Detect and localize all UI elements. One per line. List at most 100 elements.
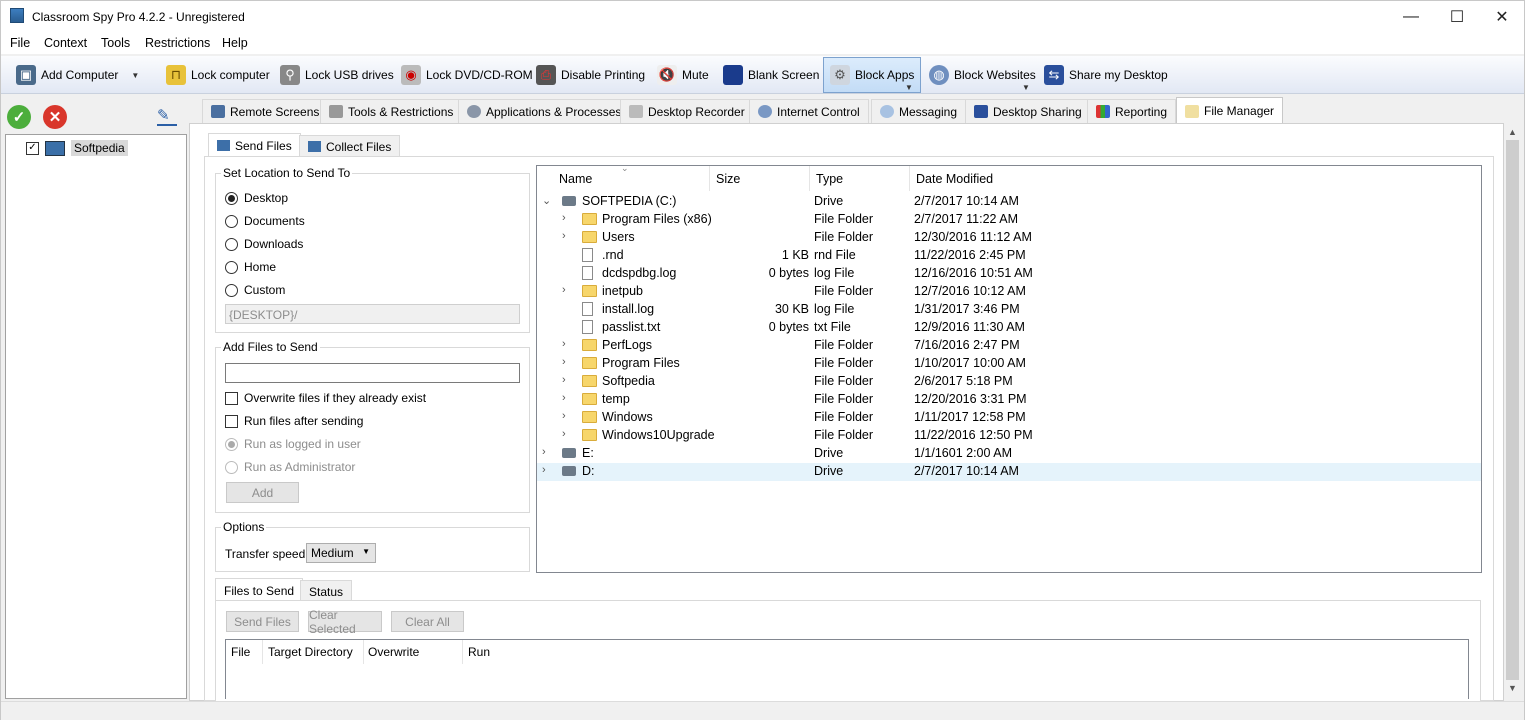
custom-path-field[interactable]: {DESKTOP}/ — [225, 304, 520, 324]
file-row[interactable]: › Windows10Upgrade File Folder 11/22/2016 1… — [537, 427, 1481, 445]
chevron-right-icon[interactable]: › — [562, 392, 566, 404]
file-row[interactable]: › D: Drive 2/7/2017 10:14 AM — [537, 463, 1481, 481]
tab-files-to-send[interactable]: Files to Send — [215, 578, 304, 602]
scroll-up-icon[interactable]: ▲ — [1508, 127, 1517, 137]
tab-reporting[interactable]: Reporting — [1087, 99, 1177, 123]
menu-tools[interactable]: Tools — [101, 36, 130, 50]
radio-desktop[interactable]: Desktop — [225, 190, 288, 206]
add-computer-button[interactable]: ▣ Add Computer ▼ — [13, 61, 142, 89]
checkbox[interactable] — [225, 391, 238, 405]
radio-home[interactable]: Home — [225, 259, 276, 275]
file-row[interactable]: › Users File Folder 12/30/2016 11:12 AM — [537, 229, 1481, 247]
chevron-right-icon[interactable]: › — [562, 338, 566, 350]
scroll-down-icon[interactable]: ▼ — [1508, 683, 1517, 693]
computer-item[interactable]: ✓ Softpedia — [26, 140, 128, 156]
column-date[interactable]: Date Modified — [910, 166, 1060, 191]
tab-status[interactable]: Status — [300, 580, 353, 602]
queue-column-run[interactable]: Run — [468, 645, 490, 659]
file-row[interactable]: passlist.txt 0 bytes txt File 12/9/2016 11:… — [537, 319, 1481, 337]
radio-custom[interactable]: Custom — [225, 282, 285, 298]
column-size[interactable]: Size — [710, 166, 810, 191]
file-row[interactable]: › Windows File Folder 1/11/2017 12:58 PM — [537, 409, 1481, 427]
queue-column-overwrite[interactable]: Overwrite — [368, 645, 419, 659]
tab-applications-processes[interactable]: Applications & Processes — [458, 99, 631, 123]
queue-column-target[interactable]: Target Directory — [268, 645, 353, 659]
radio-button[interactable] — [225, 214, 238, 228]
tab-desktop-recorder[interactable]: Desktop Recorder — [620, 99, 754, 123]
remove-icon[interactable]: ✕ — [43, 105, 67, 129]
lock-dvd-button[interactable]: ◉ Lock DVD/CD-ROM — [398, 61, 536, 89]
radio-run-as-user[interactable]: Run as logged in user — [225, 436, 361, 452]
tab-internet-control[interactable]: Internet Control — [749, 99, 869, 123]
scroll-thumb[interactable] — [1506, 140, 1519, 680]
lock-usb-button[interactable]: ⚲ Lock USB drives — [277, 61, 397, 89]
file-row[interactable]: .rnd 1 KB rnd File 11/22/2016 2:45 PM — [537, 247, 1481, 265]
tab-messaging[interactable]: Messaging — [871, 99, 967, 123]
block-apps-dropdown-icon[interactable]: ▼ — [905, 83, 913, 92]
tab-remote-screens[interactable]: Remote Screens — [202, 99, 329, 123]
file-row[interactable]: › Program Files (x86) File Folder 2/7/2017 … — [537, 211, 1481, 229]
clear-selected-button[interactable]: Clear Selected — [308, 608, 382, 636]
chevron-right-icon[interactable]: › — [562, 410, 566, 422]
disable-printing-button[interactable]: ⎙ Disable Printing — [533, 61, 648, 89]
main-scrollbar[interactable]: ▲ ▼ — [1504, 123, 1521, 701]
chevron-right-icon[interactable]: › — [562, 230, 566, 242]
radio-button[interactable] — [225, 283, 238, 297]
send-files-button[interactable]: Send Files — [226, 611, 299, 632]
chevron-down-icon[interactable]: ▼ — [131, 71, 139, 80]
chevron-right-icon[interactable]: › — [542, 464, 546, 476]
tab-tools-restrictions[interactable]: Tools & Restrictions — [320, 99, 463, 123]
radio-button[interactable] — [225, 191, 238, 205]
chevron-right-icon[interactable]: › — [562, 428, 566, 440]
close-button[interactable]: ✕ — [1479, 1, 1525, 32]
menu-file[interactable]: File — [10, 36, 30, 50]
add-button[interactable]: Add — [226, 482, 299, 503]
file-row[interactable]: › Softpedia File Folder 2/6/2017 5:18 PM — [537, 373, 1481, 391]
tab-collect-files[interactable]: Collect Files — [299, 135, 401, 157]
chevron-right-icon[interactable]: › — [562, 374, 566, 386]
tab-send-files[interactable]: Send Files — [208, 133, 301, 157]
menu-context[interactable]: Context — [44, 36, 87, 50]
file-row[interactable]: install.log 30 KB log File 1/31/2017 3:46 P… — [537, 301, 1481, 319]
tab-desktop-sharing[interactable]: Desktop Sharing — [965, 99, 1091, 123]
radio-button[interactable] — [225, 460, 238, 474]
file-row[interactable]: › temp File Folder 12/20/2016 3:31 PM — [537, 391, 1481, 409]
computer-checkbox[interactable]: ✓ — [26, 141, 39, 155]
block-websites-dropdown-icon[interactable]: ▼ — [1022, 83, 1030, 92]
radio-documents[interactable]: Documents — [225, 213, 305, 229]
menu-help[interactable]: Help — [222, 36, 248, 50]
column-name[interactable]: Name — [553, 166, 710, 191]
radio-downloads[interactable]: Downloads — [225, 236, 303, 252]
maximize-button[interactable]: ☐ — [1434, 1, 1480, 32]
file-row[interactable]: dcdspdbg.log 0 bytes log File 12/16/2016 10… — [537, 265, 1481, 283]
radio-button[interactable] — [225, 237, 238, 251]
radio-run-as-admin[interactable]: Run as Administrator — [225, 459, 355, 475]
file-row[interactable]: › E: Drive 1/1/1601 2:00 AM — [537, 445, 1481, 463]
queue-column-file[interactable]: File — [231, 645, 250, 659]
checkbox[interactable] — [225, 414, 238, 428]
share-desktop-button[interactable]: ⇆ Share my Desktop — [1041, 61, 1171, 89]
tab-file-manager[interactable]: File Manager — [1176, 97, 1284, 124]
chevron-right-icon[interactable]: › — [562, 212, 566, 224]
check-icon[interactable]: ✓ — [7, 105, 31, 129]
chevron-right-icon[interactable]: › — [562, 284, 566, 296]
file-row[interactable]: › inetpub File Folder 12/7/2016 10:12 AM — [537, 283, 1481, 301]
radio-button[interactable] — [225, 260, 238, 274]
menu-restrictions[interactable]: Restrictions — [145, 36, 210, 50]
lock-computer-button[interactable]: ⊓ Lock computer — [163, 61, 273, 89]
chevron-down-icon[interactable]: ⌄ — [542, 194, 551, 207]
chevron-right-icon[interactable]: › — [562, 356, 566, 368]
minimize-button[interactable]: — — [1388, 1, 1434, 32]
add-file-input[interactable] — [225, 363, 520, 383]
edit-icon[interactable]: ✎ — [157, 106, 177, 126]
radio-button[interactable] — [225, 437, 238, 451]
chevron-right-icon[interactable]: › — [542, 446, 546, 458]
mute-button[interactable]: 🔇 Mute — [654, 61, 712, 89]
file-row[interactable]: › Program Files File Folder 1/10/2017 10:00… — [537, 355, 1481, 373]
blank-screen-button[interactable]: Blank Screen — [720, 61, 822, 89]
clear-all-button[interactable]: Clear All — [391, 611, 464, 632]
run-after-checkbox[interactable]: Run files after sending — [225, 413, 363, 429]
transfer-speed-select[interactable]: Medium ▼ — [306, 543, 376, 563]
column-type[interactable]: Type — [810, 166, 910, 191]
file-row[interactable]: ⌄ SOFTPEDIA (C:) Drive 2/7/2017 10:14 AM — [537, 193, 1481, 211]
